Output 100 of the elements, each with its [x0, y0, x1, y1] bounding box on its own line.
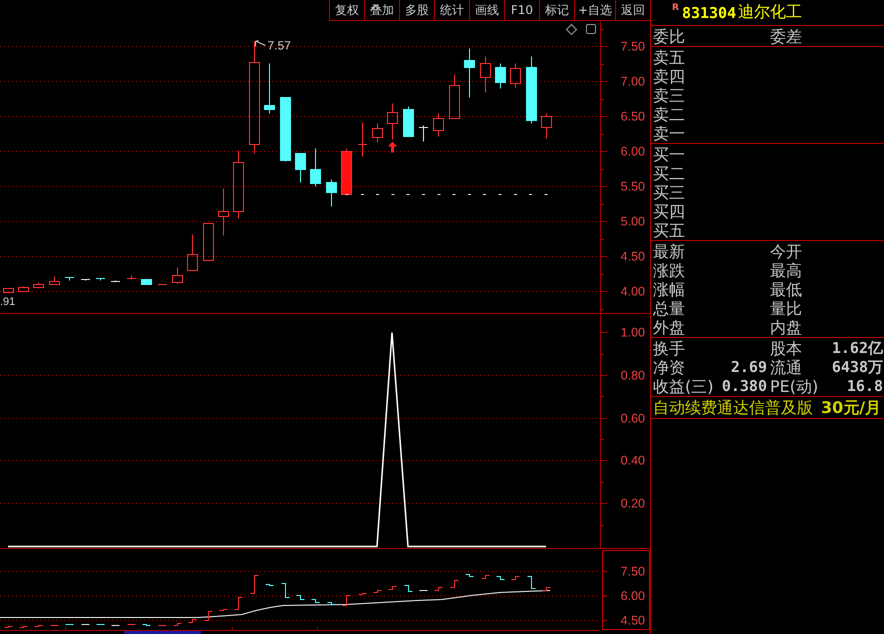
field-label: 卖三: [653, 86, 685, 105]
up-arrow-icon: [388, 142, 397, 152]
candlestick: [510, 63, 521, 88]
candle-mark: [265, 584, 274, 586]
toolbar-button[interactable]: +自选: [574, 0, 615, 21]
toolbar-button[interactable]: 标记: [538, 0, 574, 21]
field-value: 0.380: [722, 377, 767, 396]
axis-label: 4.50: [620, 250, 645, 264]
market-label: R: [672, 3, 679, 13]
field-label: 流通: [770, 358, 802, 377]
axis-label: 5.00: [620, 214, 645, 228]
stock-code: 831304: [682, 4, 736, 22]
field-label: PE(动): [770, 377, 818, 396]
field-label: 买三: [653, 183, 685, 202]
candlestick: [49, 276, 60, 285]
candle-mark: [542, 587, 551, 591]
candlestick: [433, 113, 444, 137]
field-label: 净资: [653, 358, 685, 377]
candle-mark: [250, 575, 259, 594]
candle-mark: [342, 595, 351, 606]
axis-label: 0.20: [620, 496, 645, 510]
toolbar-button[interactable]: 复权: [328, 0, 364, 21]
field-label: 外盘: [653, 318, 685, 337]
candlestick: [233, 150, 244, 219]
candlestick: [358, 122, 368, 157]
field-label: 最低: [770, 280, 802, 299]
candlestick: [480, 56, 491, 93]
axis-label: 4.50: [620, 614, 645, 628]
toolbar-button[interactable]: 多股: [398, 0, 434, 21]
promo-text[interactable]: 自动续费通达信普及版: [653, 397, 813, 418]
axis-label: 0.40: [620, 454, 645, 468]
axis-label: 4.00: [620, 284, 645, 298]
high-price-label: 7.57: [268, 38, 291, 52]
field-label: 最新: [653, 242, 685, 261]
candlestick: [141, 279, 152, 285]
candle-mark: [281, 583, 290, 598]
candlestick: [387, 103, 398, 140]
price-text: 30元/月: [821, 397, 882, 418]
field-label: 买五: [653, 221, 685, 240]
field-label: 涨跌: [653, 261, 685, 280]
axis-label: 6.50: [620, 110, 645, 124]
toolbar-button[interactable]: 画线: [468, 0, 504, 21]
stock-name: 迪尔化工: [738, 2, 802, 23]
candlestick: [449, 74, 460, 119]
field-label: 内盘: [770, 318, 802, 337]
candlestick: [110, 280, 120, 282]
candlestick: [96, 278, 106, 281]
field-label: 量比: [770, 299, 802, 318]
axis-label: 6.00: [620, 144, 645, 158]
field-label: 买二: [653, 164, 685, 183]
candlestick: [418, 125, 428, 142]
square-icon[interactable]: [586, 24, 596, 34]
candlestick: [33, 282, 44, 289]
field-label: 收益(三): [653, 377, 714, 396]
leader-line: [255, 40, 266, 47]
candlestick: [403, 106, 414, 137]
candlestick: [326, 179, 337, 207]
toolbar-button[interactable]: F10: [504, 0, 539, 21]
candlestick: [341, 148, 352, 195]
field-value: 6438万: [832, 358, 883, 377]
candle-mark: [527, 576, 536, 589]
candlestick: [372, 123, 383, 143]
low-price-label: .91: [0, 296, 16, 308]
field-label: 卖一: [653, 124, 685, 143]
field-label: 买一: [653, 145, 685, 164]
axis-label: 7.00: [620, 74, 645, 88]
axis-label: 7.50: [620, 564, 645, 578]
field-label: 最高: [770, 261, 802, 280]
field-label: 今开: [770, 242, 802, 261]
signal-bar: [342, 152, 351, 194]
field-label: 买四: [653, 202, 685, 221]
candlestick: [3, 288, 14, 293]
candlestick: [295, 153, 306, 183]
axis-label: 1.00: [620, 326, 645, 340]
candlestick: [280, 97, 291, 162]
candlestick: [541, 113, 552, 139]
field-label: 换手: [653, 339, 685, 358]
field-label: 涨幅: [653, 280, 685, 299]
diamond-icon[interactable]: [566, 24, 578, 36]
candlestick: [172, 267, 183, 284]
toolbar-button[interactable]: 统计: [434, 0, 469, 21]
candlestick: [80, 279, 90, 281]
field-label: 委比: [653, 27, 685, 46]
candlestick: [126, 275, 136, 280]
candlestick: [464, 48, 475, 98]
axis-label: 7.50: [620, 40, 645, 54]
field-label: 股本: [770, 339, 802, 358]
candlestick: [158, 284, 168, 285]
candlestick: [218, 188, 229, 236]
candlestick: [310, 148, 321, 187]
axis-label: 0.80: [620, 368, 645, 382]
field-value: 2.69: [730, 358, 767, 377]
field-label: 总量: [653, 299, 685, 318]
candlestick: [187, 234, 198, 271]
axis-label: 6.00: [620, 589, 645, 603]
toolbar-button[interactable]: 返回: [615, 0, 650, 21]
toolbar-button[interactable]: 叠加: [364, 0, 399, 21]
candlestick: [495, 63, 506, 89]
candlestick: [18, 286, 29, 292]
candlestick: [203, 223, 214, 261]
